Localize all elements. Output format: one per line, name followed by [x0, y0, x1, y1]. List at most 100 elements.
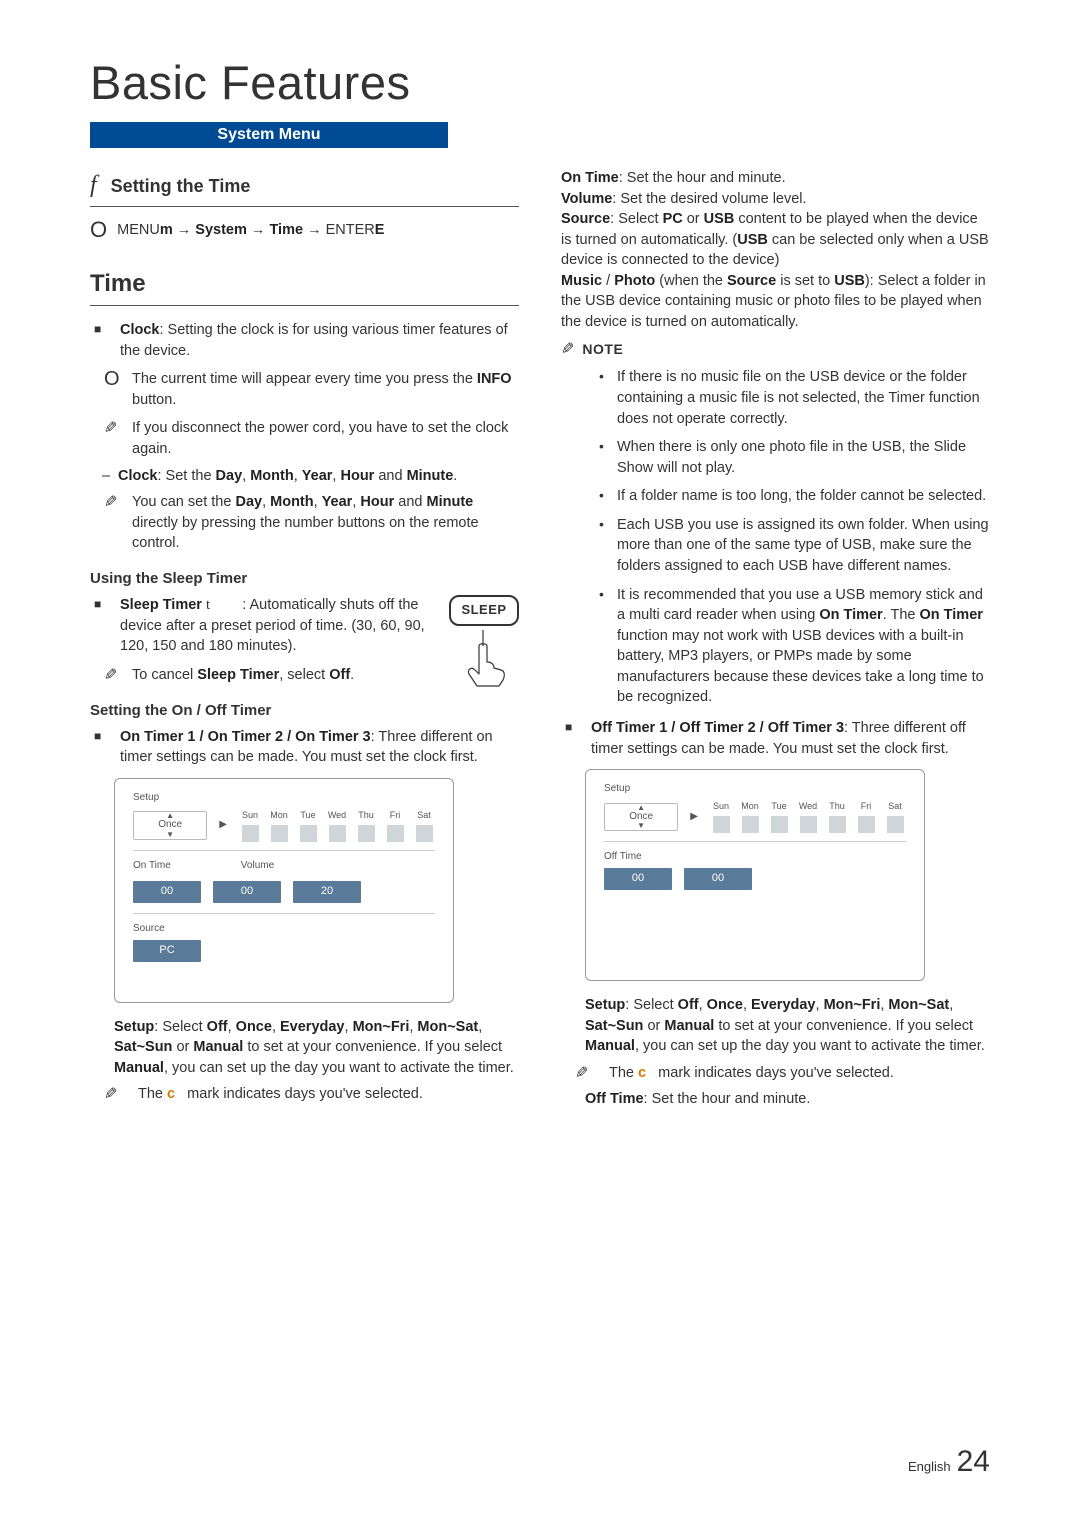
day-checkbox[interactable] — [242, 825, 259, 842]
source-desc: Source: Select PC or USB content to be p… — [561, 209, 990, 271]
day-checkbox[interactable] — [416, 825, 433, 842]
day-label: Sun — [242, 809, 258, 822]
source-label: Source — [133, 922, 435, 936]
setup-selector[interactable]: ▲ Once ▼ — [604, 803, 678, 831]
hand-icon — [459, 628, 509, 688]
day-label: Thu — [829, 800, 845, 813]
day-label: Tue — [300, 809, 315, 822]
music-desc: Music / Photo (when the Source is set to… — [561, 271, 990, 333]
clock-note-text: The current time will appear every time … — [132, 371, 512, 408]
footer-page: 24 — [957, 1445, 990, 1479]
note-item: If a folder name is too long, the folder… — [617, 486, 990, 507]
days-row: Sun Mon Tue Wed Thu Fri Sat — [239, 809, 435, 842]
page-footer: English 24 — [908, 1445, 990, 1479]
note-item: When there is only one photo file in the… — [617, 437, 990, 478]
volume-label: Volume — [241, 859, 274, 873]
page-title: Basic Features — [90, 55, 990, 110]
day-column: Mon — [268, 809, 290, 842]
day-column: Tue — [768, 800, 790, 833]
day-column: Wed — [797, 800, 819, 833]
day-label: Mon — [741, 800, 759, 813]
day-checkbox[interactable] — [713, 816, 730, 833]
day-label: Sat — [888, 800, 902, 813]
day-checkbox[interactable] — [329, 825, 346, 842]
pencil-icon: ✎ — [561, 339, 574, 362]
day-checkbox[interactable] — [742, 816, 759, 833]
note-item: Each USB you use is assigned its own fol… — [617, 515, 990, 577]
day-label: Tue — [771, 800, 786, 813]
day-checkbox[interactable] — [858, 816, 875, 833]
sleep-button[interactable]: SLEEP — [449, 595, 519, 625]
days-row: Sun Mon Tue Wed Thu Fri Sat — [710, 800, 906, 833]
day-label: Wed — [328, 809, 346, 822]
setting-time-header: f Setting the Time — [90, 168, 519, 207]
sleep-button-graphic: SLEEP — [449, 595, 519, 687]
o-icon: O — [104, 369, 120, 389]
on-timer-panel: Setup ▲ Once ▼ ▶ Sun Mon Tue Wed Thu Fri Sat O… — [114, 778, 454, 1003]
on-time-minute[interactable]: 00 — [213, 881, 281, 903]
setting-time-title: Setting the Time — [111, 174, 251, 200]
day-column: Sat — [884, 800, 906, 833]
system-menu-header: System Menu — [90, 122, 448, 148]
day-column: Mon — [739, 800, 761, 833]
arrow-up-icon: ▲ — [637, 802, 645, 813]
off-time-minute[interactable]: 00 — [684, 868, 752, 890]
on-time-hour[interactable]: 00 — [133, 881, 201, 903]
note-text: To cancel Sleep Timer, select Off. — [132, 667, 354, 683]
right-column: On Time: Set the hour and minute. Volume… — [561, 168, 990, 1111]
off-timer-panel: Setup ▲ Once ▼ ▶ Sun Mon Tue Wed Thu Fri Sat O… — [585, 769, 925, 981]
off-time-desc: Off Time: Set the hour and minute. — [561, 1089, 990, 1110]
day-checkbox[interactable] — [771, 816, 788, 833]
setup-selector[interactable]: ▲ Once ▼ — [133, 811, 207, 839]
o-symbol: O — [90, 219, 107, 241]
volume-desc: Volume: Set the desired volume level. — [561, 189, 990, 210]
arrow-down-icon: ▼ — [637, 820, 645, 831]
off-time-hour[interactable]: 00 — [604, 868, 672, 890]
on-time-desc: On Time: Set the hour and minute. — [561, 168, 990, 189]
day-checkbox[interactable] — [358, 825, 375, 842]
day-label: Mon — [270, 809, 288, 822]
day-column: Sun — [710, 800, 732, 833]
note-heading: ✎ NOTE — [561, 339, 990, 362]
time-heading: Time — [90, 267, 519, 306]
day-label: Thu — [358, 809, 374, 822]
note-item: If there is no music file on the USB dev… — [617, 367, 990, 429]
source-value[interactable]: PC — [133, 940, 201, 962]
sleep-timer-heading: Using the Sleep Timer — [90, 568, 519, 589]
day-label: Fri — [861, 800, 872, 813]
play-icon: ▶ — [219, 818, 227, 832]
play-icon: ▶ — [690, 810, 698, 824]
note-text: If you disconnect the power cord, you ha… — [132, 420, 508, 457]
day-column: Fri — [384, 809, 406, 842]
arrow-up-icon: ▲ — [166, 810, 174, 821]
setup-label: Setup — [133, 791, 435, 805]
day-label: Fri — [390, 809, 401, 822]
setup-label: Setup — [604, 782, 906, 796]
onoff-timer-heading: Setting the On / Off Timer — [90, 700, 519, 721]
footer-lang: English — [908, 1459, 951, 1474]
menu-path: O MENUm → System → Time → ENTERE — [90, 219, 519, 241]
clock-note-disconnect: If you disconnect the power cord, you ha… — [90, 418, 519, 459]
off-setup-desc: Setup: Select Off, Once, Everyday, Mon~F… — [561, 995, 990, 1057]
off-time-label: Off Time — [604, 850, 906, 864]
note-text: The c mark indicates days you've selecte… — [138, 1086, 423, 1102]
day-column: Sat — [413, 809, 435, 842]
day-label: Sun — [713, 800, 729, 813]
day-checkbox[interactable] — [800, 816, 817, 833]
day-column: Wed — [326, 809, 348, 842]
day-checkbox[interactable] — [300, 825, 317, 842]
day-column: Sun — [239, 809, 261, 842]
nav-path-text: MENUm → System → Time → ENTERE — [117, 220, 384, 241]
off-timer-item: Off Timer 1 / Off Timer 2 / Off Timer 3:… — [561, 718, 990, 759]
clock-item: Clock: Setting the clock is for using va… — [90, 320, 519, 361]
clock-note-remote: You can set the Day, Month, Year, Hour a… — [90, 492, 519, 554]
day-checkbox[interactable] — [387, 825, 404, 842]
day-column: Fri — [855, 800, 877, 833]
day-checkbox[interactable] — [271, 825, 288, 842]
day-checkbox[interactable] — [887, 816, 904, 833]
on-time-label: On Time — [133, 859, 171, 873]
day-label: Wed — [799, 800, 817, 813]
day-checkbox[interactable] — [829, 816, 846, 833]
note-label: NOTE — [582, 340, 623, 360]
on-time-volume[interactable]: 20 — [293, 881, 361, 903]
